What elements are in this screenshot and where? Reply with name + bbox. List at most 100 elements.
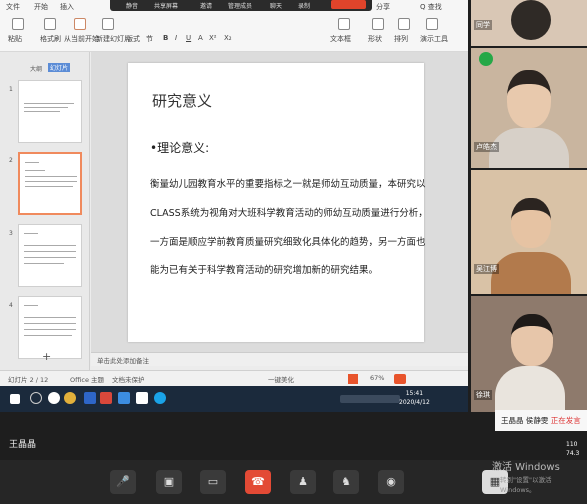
bold-button[interactable]: B [163, 34, 168, 42]
subscript-button[interactable]: X₂ [224, 34, 232, 42]
activate-windows-watermark: 激活 Windows [492, 462, 560, 473]
shape-icon[interactable] [372, 18, 384, 30]
document-protection[interactable]: 文档未保护 [112, 374, 145, 384]
mute-item[interactable]: 静音 [126, 1, 138, 10]
presentation-tool-icon[interactable] [426, 18, 438, 30]
menu-file[interactable]: 文件 [6, 2, 20, 12]
speaker-names: 王晶晶 侯静雯 [501, 416, 549, 425]
superscript-button[interactable]: X² [209, 34, 217, 42]
slide-paragraph-line[interactable]: 一方面是顺应学前教育质量研究细致化具体化的趋势，另一方面也 [150, 234, 426, 248]
search-icon[interactable] [30, 392, 42, 404]
network-speed: 110 74.3 [566, 440, 579, 458]
download-speed: 110 [566, 441, 578, 448]
menu-share[interactable]: 分享 [376, 2, 390, 12]
wps-icon[interactable] [100, 392, 112, 404]
outline-tab[interactable]: 大纲 [30, 64, 42, 73]
participant-video [491, 252, 571, 294]
thumb-number: 3 [9, 230, 13, 237]
paste-label[interactable]: 粘贴 [8, 34, 22, 44]
record-button[interactable]: ◉ [378, 470, 404, 494]
doc-icon[interactable] [136, 392, 148, 404]
thumb-number: 4 [9, 302, 13, 309]
participant-name: 卢皓杰 [474, 142, 499, 152]
slide-thumbnail-selected[interactable] [18, 152, 82, 215]
chat-app-icon[interactable] [154, 392, 166, 404]
taskbar-clock[interactable]: 15:41 2020/4/12 [399, 389, 430, 407]
underline-button[interactable]: U [186, 34, 191, 42]
clock-time: 15:41 [405, 390, 424, 397]
participant-video [511, 314, 553, 366]
slide-paragraph-line[interactable]: CLASS系统为视角对大班科学教育活动的师幼互动质量进行分析， [150, 205, 428, 219]
slide-subtitle[interactable]: •理论意义: [150, 139, 209, 156]
menu-home[interactable]: 开始 [34, 2, 48, 12]
browser-icon[interactable] [48, 392, 60, 404]
end-call-button[interactable]: ☎ [245, 470, 271, 494]
host-name: 王晶晶 [9, 440, 37, 450]
activate-windows-hint: 转到"设置"以激活 Windows。 [500, 476, 552, 494]
slide-paragraph-line[interactable]: 衡量幼儿园教育水平的重要指标之一就是师幼互动质量，本研究以 [150, 176, 426, 190]
participant-tile[interactable]: 吴江博 [471, 170, 587, 294]
participant-name: 徐琪 [474, 390, 492, 400]
invite-item[interactable]: 邀请 [200, 1, 212, 10]
speaking-status: 正在发言 [550, 416, 581, 425]
chrome-icon[interactable] [64, 392, 76, 404]
slide-paragraph-line[interactable]: 能为已有关于科学教育活动的研究增加新的研究结果。 [150, 262, 406, 276]
share-button[interactable]: ▭ [200, 470, 226, 494]
status-bar: 幻灯片 2 / 12 Office 主题 文档未保护 一键美化 67% [0, 370, 468, 386]
microphone-button[interactable]: 🎤 [110, 470, 136, 494]
participant-name: 吴江博 [474, 264, 499, 274]
camera-button[interactable]: ▣ [156, 470, 182, 494]
slides-tab[interactable]: 幻灯片 [48, 63, 71, 72]
beautify-button[interactable]: 一键美化 [268, 374, 294, 384]
app-icon[interactable] [84, 392, 96, 404]
menu-insert[interactable]: 插入 [60, 2, 74, 12]
textbox-label[interactable]: 文本框 [330, 34, 351, 44]
notes-field[interactable]: 单击此处添加备注 [91, 352, 468, 366]
font-color-button[interactable]: A [198, 34, 203, 42]
start-from-current-label[interactable]: 从当前开始 [64, 34, 99, 44]
new-slide-icon[interactable] [102, 18, 114, 30]
invite-button[interactable]: ♞ [333, 470, 359, 494]
participant-video [489, 128, 569, 168]
participant-video [511, 0, 551, 40]
wps-logo-icon [394, 374, 406, 384]
paste-icon[interactable] [12, 18, 24, 30]
arrange-label[interactable]: 排列 [394, 34, 408, 44]
record-item[interactable]: 录制 [298, 1, 310, 10]
theme-name: Office 主题 [70, 376, 105, 384]
participant-name: 同学 [474, 20, 492, 30]
menu-search[interactable]: Q 查找 [420, 2, 442, 12]
section-label[interactable]: 节 [146, 34, 153, 44]
meeting-app-icon[interactable] [118, 392, 130, 404]
chat-item[interactable]: 聊天 [270, 1, 282, 10]
slide-thumbnail[interactable] [18, 80, 82, 143]
zoom-level[interactable]: 67% [370, 374, 384, 382]
add-slide-button[interactable]: + [42, 350, 51, 363]
textbox-icon[interactable] [338, 18, 350, 30]
participant-tile[interactable]: 卢皓杰 [471, 48, 587, 168]
thumb-number: 2 [9, 157, 13, 164]
participant-tile[interactable]: 徐琪 [471, 296, 587, 412]
presentation-tool-label[interactable]: 演示工具 [420, 34, 448, 44]
slide-thumbnail[interactable] [18, 224, 82, 287]
slide-title[interactable]: 研究意义 [152, 90, 212, 111]
participant-tile[interactable]: 同学 [471, 0, 587, 46]
format-painter-label[interactable]: 格式刷 [40, 34, 61, 44]
arrange-icon[interactable] [398, 18, 410, 30]
share-screen-item[interactable]: 共享屏幕 [154, 1, 178, 10]
shape-label[interactable]: 形状 [368, 34, 382, 44]
end-share-button[interactable] [331, 0, 366, 9]
windows-start-icon[interactable] [10, 394, 20, 404]
italic-button[interactable]: I [175, 34, 177, 42]
layout-label[interactable]: 版式 [126, 34, 140, 44]
slideshow-icon[interactable] [74, 18, 86, 30]
participant-video [507, 70, 551, 128]
play-slideshow-icon[interactable] [348, 374, 358, 384]
slide-thumbnail-pane: 大纲 幻灯片 1 2 3 4 + [0, 52, 90, 370]
members-button[interactable]: ♟ [290, 470, 316, 494]
format-painter-icon[interactable] [44, 18, 56, 30]
manage-members-item[interactable]: 管理成员 [228, 1, 252, 10]
clock-date: 2020/4/12 [399, 399, 430, 406]
participant-video [511, 198, 551, 248]
tray-icons[interactable] [340, 395, 400, 403]
